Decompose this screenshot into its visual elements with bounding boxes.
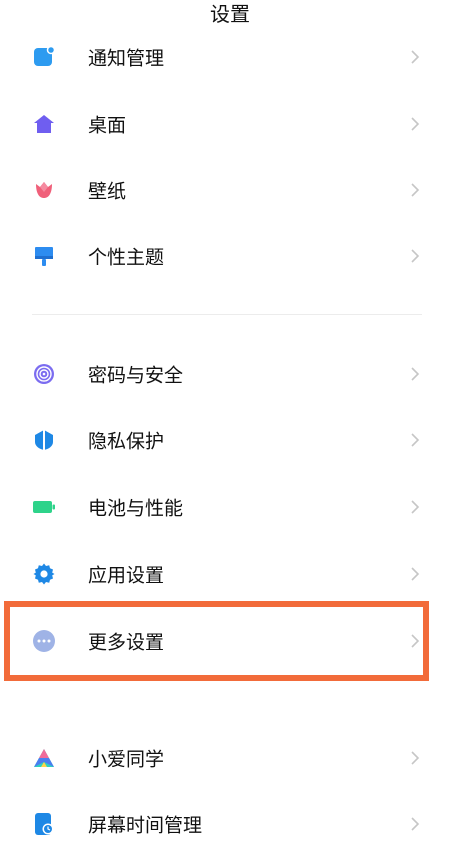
chevron-right-icon bbox=[411, 500, 420, 514]
settings-item-password-security[interactable]: 密码与安全 bbox=[0, 344, 460, 404]
notification-icon bbox=[34, 45, 56, 66]
section-divider bbox=[32, 314, 422, 315]
settings-item-wallpaper[interactable]: 壁纸 bbox=[0, 160, 460, 220]
settings-item-label: 电池与性能 bbox=[88, 497, 184, 520]
settings-item-themes[interactable]: 个性主题 bbox=[0, 226, 460, 286]
gear-icon bbox=[33, 563, 55, 585]
screen-time-icon bbox=[35, 813, 54, 835]
settings-item-more-settings[interactable]: 更多设置 bbox=[0, 611, 460, 671]
settings-item-xiaoai[interactable]: 小爱同学 bbox=[0, 728, 460, 788]
settings-item-label: 小爱同学 bbox=[88, 748, 165, 771]
page-title: 设置 bbox=[210, 2, 250, 26]
chevron-right-icon bbox=[411, 50, 420, 64]
fingerprint-icon bbox=[34, 364, 54, 384]
brush-icon bbox=[35, 247, 53, 266]
chevron-right-icon bbox=[411, 567, 420, 581]
settings-item-label: 壁纸 bbox=[88, 180, 127, 203]
settings-item-label: 屏幕时间管理 bbox=[88, 814, 203, 837]
chevron-right-icon bbox=[411, 433, 420, 447]
settings-item-label: 隐私保护 bbox=[88, 430, 165, 453]
settings-item-label: 桌面 bbox=[88, 114, 127, 137]
settings-item-home-screen[interactable]: 桌面 bbox=[0, 94, 460, 154]
home-icon bbox=[34, 115, 54, 133]
more-icon bbox=[33, 630, 55, 652]
chevron-right-icon bbox=[411, 751, 420, 765]
settings-item-label: 应用设置 bbox=[88, 564, 165, 587]
settings-item-app-settings[interactable]: 应用设置 bbox=[0, 544, 460, 604]
chevron-right-icon bbox=[411, 634, 420, 648]
settings-item-privacy[interactable]: 隐私保护 bbox=[0, 410, 460, 470]
chevron-right-icon bbox=[411, 367, 420, 381]
xiaoai-icon bbox=[34, 749, 54, 767]
settings-item-label: 密码与安全 bbox=[88, 364, 184, 387]
settings-item-label: 通知管理 bbox=[88, 47, 165, 70]
chevron-right-icon bbox=[411, 183, 420, 197]
settings-screen: 设置 通知管理 桌面 壁纸 个性主题 密码与安全 隐私保护 电池与性能 应用设置… bbox=[0, 0, 460, 846]
settings-item-battery-performance[interactable]: 电池与性能 bbox=[0, 477, 460, 537]
tulip-icon bbox=[36, 182, 52, 198]
settings-item-label: 更多设置 bbox=[88, 631, 165, 654]
chevron-right-icon bbox=[411, 817, 420, 831]
chevron-right-icon bbox=[411, 249, 420, 263]
settings-item-label: 个性主题 bbox=[88, 246, 165, 269]
chevron-right-icon bbox=[411, 117, 420, 131]
shield-icon bbox=[35, 430, 53, 450]
settings-item-screen-time[interactable]: 屏幕时间管理 bbox=[0, 794, 460, 846]
battery-icon bbox=[33, 501, 55, 513]
settings-item-notifications[interactable]: 通知管理 bbox=[0, 27, 460, 87]
